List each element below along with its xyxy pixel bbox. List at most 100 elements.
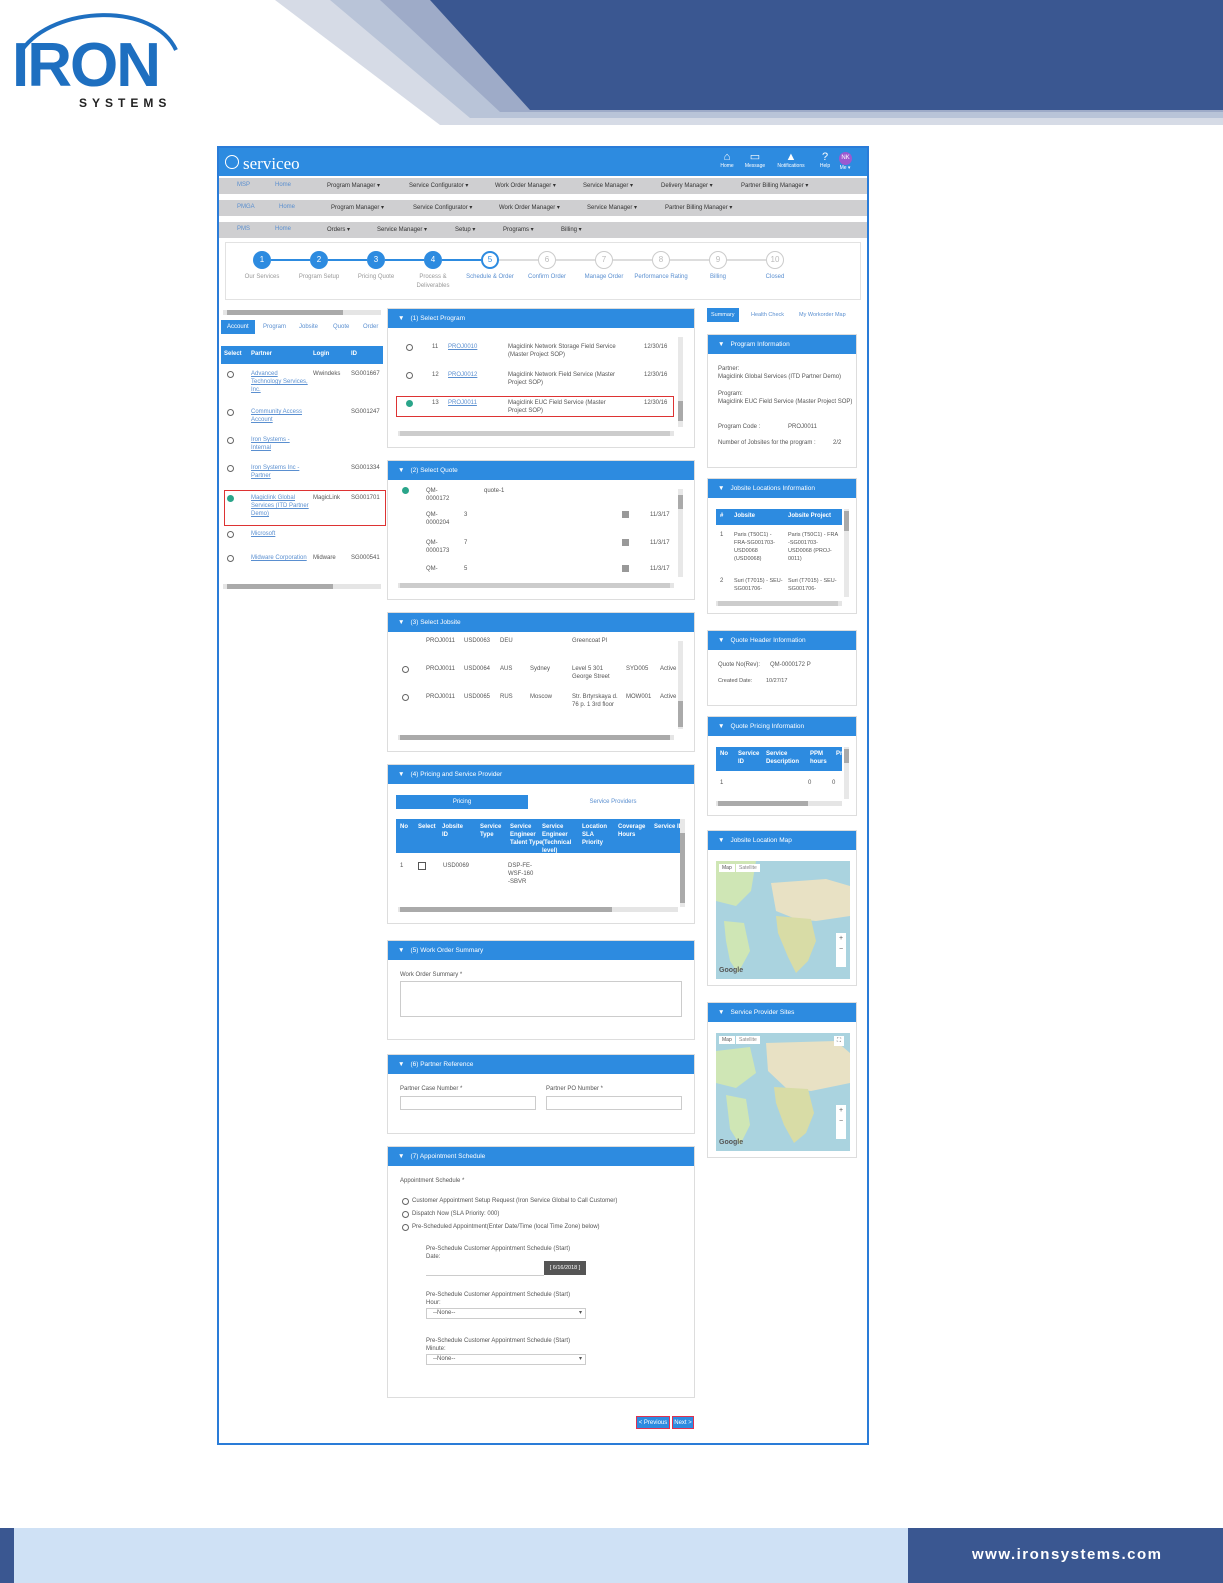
quote-radio[interactable]	[402, 487, 409, 494]
bell-icon[interactable]: ▲ Notifications	[775, 151, 807, 170]
step-2[interactable]: 2 Program Setup	[289, 251, 349, 282]
menu-item[interactable]: Service Configurator ▾	[409, 182, 468, 189]
partner-radio[interactable]	[227, 555, 234, 562]
menu-key[interactable]: MSP	[237, 182, 250, 188]
vscroll[interactable]	[678, 337, 683, 427]
left-hscroll-bottom[interactable]	[223, 584, 381, 589]
step-5[interactable]: 5 Schedule & Order	[460, 251, 520, 282]
tab-summary[interactable]: Summary	[707, 308, 739, 322]
vscroll[interactable]	[678, 641, 683, 729]
map-tab[interactable]: Map	[719, 864, 735, 872]
menu-item[interactable]: Service Manager ▾	[587, 204, 637, 211]
jobsite-radio[interactable]	[402, 694, 409, 701]
program-code-link[interactable]: PROJ0012	[448, 371, 477, 379]
step-1[interactable]: 1 Our Services	[232, 251, 292, 282]
toolbar-label[interactable]: Me ▾	[825, 165, 865, 171]
panel-header[interactable]: ▼ Jobsite Location Map	[708, 831, 856, 850]
program-code-link[interactable]: PROJ0010	[448, 343, 477, 351]
menu-item[interactable]: Programs ▾	[503, 226, 534, 233]
partner-po-input[interactable]	[546, 1096, 682, 1110]
panel-header[interactable]: ▼ (1) Select Program	[388, 309, 694, 328]
tab-program[interactable]: Program	[257, 320, 292, 334]
tab-my-workorder-map[interactable]: My Workorder Map	[795, 308, 850, 322]
tab-order[interactable]: Order	[357, 320, 384, 334]
vscroll[interactable]	[844, 747, 849, 799]
panel-header[interactable]: ▼ Quote Pricing Information	[708, 717, 856, 736]
tab-pricing[interactable]: Pricing	[396, 795, 528, 809]
row-checkbox[interactable]	[418, 862, 426, 870]
tab-quote[interactable]: Quote	[327, 320, 355, 334]
start-date-input[interactable]	[426, 1264, 544, 1276]
provider-map[interactable]: Map Satellite ⛶ + − Google	[716, 1033, 850, 1151]
partner-link[interactable]: Iron Systems Inc - Partner	[251, 464, 309, 480]
hscroll[interactable]	[398, 735, 674, 740]
website-link[interactable]: www.ironsystems.com	[972, 1546, 1163, 1563]
vscroll[interactable]	[844, 509, 849, 597]
hscroll[interactable]	[398, 583, 674, 588]
partner-case-input[interactable]	[400, 1096, 536, 1110]
panel-header[interactable]: ▼ (5) Work Order Summary	[388, 941, 694, 960]
panel-header[interactable]: ▼ (2) Select Quote	[388, 461, 694, 480]
menu-item[interactable]: Orders ▾	[327, 226, 350, 233]
tab-service-providers[interactable]: Service Providers	[548, 795, 678, 809]
panel-header[interactable]: ▼ Program Information	[708, 335, 856, 354]
appointment-radio[interactable]	[402, 1224, 409, 1231]
vscroll[interactable]	[678, 489, 683, 577]
menu-item[interactable]: Service Manager ▾	[583, 182, 633, 189]
zoom-controls[interactable]: + −	[836, 1105, 846, 1139]
tab-health-check[interactable]: Health Check	[747, 308, 788, 322]
menu-item[interactable]: Work Order Manager ▾	[495, 182, 556, 189]
step-7[interactable]: 7 Manage Order	[574, 251, 634, 282]
menu-item[interactable]: Home	[275, 182, 291, 188]
jobsite-radio[interactable]	[402, 666, 409, 673]
hscroll[interactable]	[398, 431, 674, 436]
quote-checkbox[interactable]	[622, 565, 629, 572]
menu-item[interactable]: Setup ▾	[455, 226, 475, 233]
quote-checkbox[interactable]	[622, 511, 629, 518]
map-tab[interactable]: Map	[719, 1036, 735, 1044]
step-9[interactable]: 9 Billing	[688, 251, 748, 282]
work-order-summary-input[interactable]	[400, 981, 682, 1017]
partner-radio[interactable]	[227, 409, 234, 416]
menu-item[interactable]: Delivery Manager ▾	[661, 182, 713, 189]
menu-item[interactable]: Home	[275, 226, 291, 232]
partner-link[interactable]: Midware Corporation	[251, 554, 309, 562]
panel-header[interactable]: ▼ (3) Select Jobsite	[388, 613, 694, 632]
date-picker-button[interactable]: [ 6/16/2018 ]	[544, 1261, 586, 1275]
next-button[interactable]: Next >	[672, 1416, 694, 1429]
program-radio[interactable]	[406, 372, 413, 379]
fullscreen-icon[interactable]: ⛶	[834, 1036, 844, 1046]
menu-item[interactable]: Service Configurator ▾	[413, 204, 472, 211]
left-hscroll-top[interactable]	[223, 310, 381, 315]
partner-radio[interactable]	[227, 437, 234, 444]
hscroll[interactable]	[716, 801, 842, 806]
tab-account[interactable]: Account	[221, 320, 255, 334]
partner-radio[interactable]	[227, 465, 234, 472]
step-6[interactable]: 6 Confirm Order	[517, 251, 577, 282]
program-radio[interactable]	[406, 344, 413, 351]
panel-header[interactable]: ▼ (7) Appointment Schedule	[388, 1147, 694, 1166]
appointment-radio[interactable]	[402, 1211, 409, 1218]
hscroll[interactable]	[398, 907, 678, 912]
menu-item[interactable]: Service Manager ▾	[377, 226, 427, 233]
zoom-controls[interactable]: + −	[836, 933, 846, 967]
vscroll[interactable]	[680, 819, 685, 907]
panel-header[interactable]: ▼ (4) Pricing and Service Provider	[388, 765, 694, 784]
satellite-tab[interactable]: Satellite	[736, 864, 760, 872]
partner-radio[interactable]	[227, 531, 234, 538]
panel-header[interactable]: ▼ Quote Header Information	[708, 631, 856, 650]
panel-header[interactable]: ▼ Jobsite Locations Information	[708, 479, 856, 498]
menu-item[interactable]: Program Manager ▾	[331, 204, 384, 211]
appointment-radio[interactable]	[402, 1198, 409, 1205]
previous-button[interactable]: < Previous	[636, 1416, 670, 1429]
quote-checkbox[interactable]	[622, 539, 629, 546]
partner-link[interactable]: Advanced Technology Services, Inc.	[251, 370, 309, 394]
start-hour-select[interactable]: --None-- ▾	[426, 1308, 586, 1319]
tab-jobsite[interactable]: Jobsite	[293, 320, 324, 334]
step-4[interactable]: 4 Process & Deliverables	[403, 251, 463, 291]
step-10[interactable]: 10 Closed	[745, 251, 805, 282]
step-8[interactable]: 8 Performance Rating	[631, 251, 691, 282]
message-icon[interactable]: ▭ Message	[739, 151, 771, 170]
partner-radio[interactable]	[227, 371, 234, 378]
menu-item[interactable]: Partner Billing Manager ▾	[665, 204, 732, 211]
